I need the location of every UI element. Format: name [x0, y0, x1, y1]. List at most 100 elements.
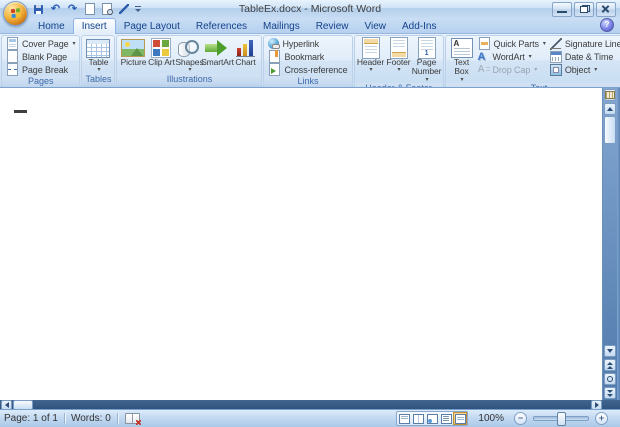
chart-button[interactable]: Chart [231, 37, 259, 67]
signature-line-button[interactable]: Signature Line▾ [548, 37, 620, 50]
tab-view[interactable]: View [357, 19, 395, 33]
ribbon-tabs: HomeInsertPage LayoutReferencesMailingsR… [30, 18, 444, 33]
restore-button[interactable] [574, 2, 594, 17]
word-count[interactable]: Words: 0 [67, 413, 115, 424]
bookmark-button[interactable]: Bookmark [266, 50, 349, 63]
scroll-up-button[interactable] [604, 103, 616, 115]
button-label: Shapes [175, 58, 203, 67]
vertical-scrollbar[interactable] [602, 88, 617, 400]
arrow-right-icon [595, 402, 599, 408]
smartart-button[interactable]: SmartArt [203, 37, 231, 67]
icon-wrap [236, 38, 255, 58]
footer-button[interactable]: Footer▾ [385, 37, 413, 74]
ribbon-tab-row: HomeInsertPage LayoutReferencesMailingsR… [0, 18, 620, 34]
button-label: Quick Parts [494, 39, 539, 49]
page-indicator[interactable]: Page: 1 of 1 [0, 413, 62, 424]
object-button[interactable]: Object▾ [548, 63, 620, 76]
undo-button[interactable]: ↶ [49, 3, 62, 16]
proofing-status-icon[interactable] [125, 413, 140, 424]
tab-review[interactable]: Review [308, 19, 357, 33]
ribbon-group-header-footer: Header▾Footer▾1Page Number▾Header & Foot… [354, 35, 444, 86]
ribbon-group-content: PictureClip ArtShapes▾SmartArtChart [117, 36, 261, 74]
header-button[interactable]: Header▾ [357, 37, 385, 74]
save-icon [34, 5, 43, 14]
arrow-down-icon [607, 349, 613, 353]
vertical-scrollbar-thumb[interactable] [604, 116, 616, 144]
zoom-level[interactable]: 100% [474, 413, 508, 424]
page-number-glyph: 1 [419, 50, 435, 58]
text-box-button[interactable]: AText Box▾ [448, 37, 476, 83]
customize-quick-access-toolbar-button[interactable] [134, 3, 143, 16]
dropdown-arrow-icon: ▾ [370, 67, 373, 74]
print-preview-button[interactable] [100, 3, 113, 16]
date-time-button[interactable]: Date & Time [548, 50, 620, 63]
ribbon-group-pages: Cover Page▾Blank PagePage BreakPages [1, 35, 80, 86]
ribbon-group-text: AText Box▾Quick Parts▾AWordArt▾ADrop Cap… [445, 35, 620, 86]
previous-page-button[interactable] [604, 359, 616, 371]
cross-reference-button[interactable]: Cross-reference [266, 63, 349, 76]
draft-view-button[interactable] [453, 412, 467, 425]
icon-wrap [390, 38, 408, 58]
zoom-in-button[interactable]: + [595, 412, 608, 425]
tab-page-layout[interactable]: Page Layout [116, 19, 188, 33]
save-button[interactable] [32, 3, 45, 16]
next-page-button[interactable] [604, 387, 616, 399]
button-label: Hyperlink [282, 39, 319, 49]
wordart-icon: A [478, 51, 490, 63]
dropdown-arrow-icon: ▾ [73, 40, 76, 47]
shapes-button[interactable]: Shapes▾ [175, 37, 203, 74]
clip-art-icon [151, 38, 171, 58]
scroll-down-button[interactable] [604, 345, 616, 357]
blank-page-button[interactable]: Blank Page [4, 50, 77, 63]
button-label: Drop Cap [493, 65, 531, 75]
picture-button[interactable]: Picture [119, 37, 147, 67]
vertical-scrollbar-track[interactable] [603, 144, 617, 344]
redo-button[interactable]: ↷ [66, 3, 79, 16]
close-button[interactable] [596, 2, 616, 17]
dropdown-arrow-icon: ▾ [461, 77, 464, 84]
table-button[interactable]: Table▾ [84, 37, 112, 74]
zoom-slider-thumb[interactable] [557, 412, 566, 426]
new-document-icon [85, 3, 95, 15]
tab-home[interactable]: Home [30, 19, 73, 33]
tab-references[interactable]: References [188, 19, 255, 33]
group-label-illustrations: Illustrations [117, 74, 261, 85]
object-icon [550, 64, 562, 76]
ribbon-group-content: Table▾ [82, 36, 114, 74]
page-break-button[interactable]: Page Break [4, 63, 77, 76]
drop-cap-glyph: A [478, 64, 485, 75]
browse-object-icon [607, 376, 613, 382]
tab-mailings[interactable]: Mailings [255, 19, 308, 33]
dropdown-arrow-icon: ▾ [398, 67, 401, 74]
quick-parts-button[interactable]: Quick Parts▾ [476, 37, 548, 50]
hyperlink-button[interactable]: Hyperlink [266, 37, 349, 50]
draw-button[interactable] [117, 3, 130, 16]
new-document-button[interactable] [83, 3, 96, 16]
quick-parts-icon [479, 37, 490, 50]
print-layout-icon [399, 414, 410, 424]
minimize-button[interactable] [552, 2, 572, 17]
full-screen-reading-view-button[interactable] [411, 412, 425, 425]
zoom-out-button[interactable]: − [514, 412, 527, 425]
document-canvas[interactable] [0, 88, 602, 400]
print-layout-view-button[interactable] [397, 412, 411, 425]
select-browse-object-button[interactable] [604, 373, 616, 385]
ribbon-group-content: HyperlinkBookmarkCross-reference [264, 36, 351, 76]
clip-art-button[interactable]: Clip Art [147, 37, 175, 67]
tab-insert[interactable]: Insert [73, 18, 116, 34]
button-label: Date & Time [565, 52, 613, 62]
outline-view-button[interactable] [439, 412, 453, 425]
cover-page-button[interactable]: Cover Page▾ [4, 37, 77, 50]
ribbon-group-links: HyperlinkBookmarkCross-referenceLinks [263, 35, 352, 86]
page-number-button[interactable]: 1Page Number▾ [413, 37, 441, 83]
office-button[interactable] [3, 1, 28, 26]
tab-add-ins[interactable]: Add-Ins [394, 19, 444, 33]
double-arrow-up-icon [607, 361, 613, 370]
zoom-slider[interactable] [533, 416, 589, 421]
help-button[interactable]: ? [600, 18, 614, 32]
drop-cap-button[interactable]: ADrop Cap▾ [476, 63, 548, 76]
button-stack: HyperlinkBookmarkCross-reference [266, 37, 349, 76]
wordart-button[interactable]: AWordArt▾ [476, 50, 548, 63]
web-layout-view-button[interactable] [425, 412, 439, 425]
ruler-toggle-button[interactable] [604, 89, 616, 101]
